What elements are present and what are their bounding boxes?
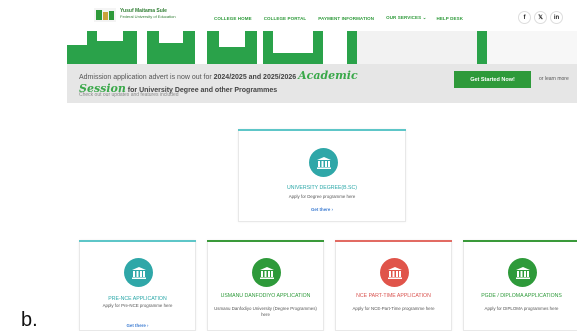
site-header: Yusuf Maitama Sule Federal University of… bbox=[67, 0, 577, 31]
card-accent-line bbox=[238, 129, 406, 131]
card-pgde-diploma[interactable]: PGDE / DIPLOMA APPLICATIONS Apply for DI… bbox=[463, 240, 577, 331]
main-nav: COLLEGE HOME COLLEGE PORTAL PAYMENT INFO… bbox=[214, 15, 475, 21]
banner-note: Check out our updates and features inclu… bbox=[79, 92, 179, 98]
card-nce-part-time[interactable]: NCE PART-TIME APPLICATION Apply for NCE-… bbox=[335, 240, 452, 331]
institution-icon bbox=[309, 148, 338, 177]
card-title: PRE-NCE APPLICATION bbox=[108, 296, 167, 302]
card-title: NCE PART-TIME APPLICATION bbox=[356, 293, 431, 299]
website-screenshot: Yusuf Maitama Sule Federal University of… bbox=[67, 0, 577, 331]
institution-icon bbox=[380, 258, 409, 287]
figure-caption: b. bbox=[21, 309, 38, 331]
card-usmanu-danfodiyo[interactable]: USMANU DANFODIYO APPLICATION Usmanu Danf… bbox=[207, 240, 324, 331]
nav-our-services[interactable]: OUR SERVICES ⌄ bbox=[386, 15, 426, 21]
university-logo-icon[interactable] bbox=[94, 8, 116, 22]
learn-more-link[interactable]: or learn more bbox=[539, 76, 569, 82]
get-there-link[interactable]: Get there › bbox=[239, 207, 405, 212]
card-accent-line bbox=[79, 240, 196, 242]
card-title: PGDE / DIPLOMA APPLICATIONS bbox=[481, 293, 562, 299]
get-started-button[interactable]: Get Started Now! bbox=[454, 71, 531, 88]
nav-college-portal[interactable]: COLLEGE PORTAL bbox=[264, 16, 307, 21]
institution-icon bbox=[252, 258, 281, 287]
get-there-link[interactable]: Get there › bbox=[80, 323, 195, 328]
card-description: Apply for NCE-Part-Time programme here bbox=[352, 306, 435, 311]
social-links: f 𝕏 in bbox=[518, 11, 566, 24]
card-description: Apply for Degree programme here bbox=[288, 194, 356, 199]
nav-help-desk[interactable]: HELP DESK bbox=[436, 16, 463, 21]
card-university-degree[interactable]: UNIVERSITY DEGREE(B.SC) Apply for Degree… bbox=[238, 129, 406, 222]
card-accent-line bbox=[463, 240, 577, 242]
facebook-icon[interactable]: f bbox=[518, 11, 531, 24]
institution-icon bbox=[124, 258, 153, 287]
card-description: Apply for Pre-NCE programme here bbox=[102, 303, 173, 308]
page: { "caption": "b.", "header": { "logo_tit… bbox=[0, 0, 577, 331]
banner-academic: Academic bbox=[298, 69, 358, 82]
card-description: Apply for DIPLOMA programmes here bbox=[484, 306, 559, 311]
university-name[interactable]: Yusuf Maitama Sule Federal University of… bbox=[120, 8, 176, 20]
card-pre-nce[interactable]: PRE-NCE APPLICATION Apply for Pre-NCE pr… bbox=[79, 240, 196, 331]
twitter-icon[interactable]: 𝕏 bbox=[534, 11, 547, 24]
card-title: UNIVERSITY DEGREE(B.SC) bbox=[287, 185, 357, 191]
nav-college-home[interactable]: COLLEGE HOME bbox=[214, 16, 252, 21]
linkedin-icon[interactable]: in bbox=[550, 11, 563, 24]
institution-icon bbox=[508, 258, 537, 287]
hero-decoration bbox=[67, 31, 577, 64]
card-description: Usmanu Danfodiyo University (Degree Prog… bbox=[214, 306, 317, 317]
card-title: USMANU DANFODIYO APPLICATION bbox=[220, 293, 311, 299]
card-accent-line bbox=[335, 240, 452, 242]
logo-subtitle: Federal University of Education bbox=[120, 14, 176, 19]
nav-payment-information[interactable]: PAYMENT INFORMATION bbox=[318, 16, 374, 21]
card-accent-line bbox=[207, 240, 324, 242]
